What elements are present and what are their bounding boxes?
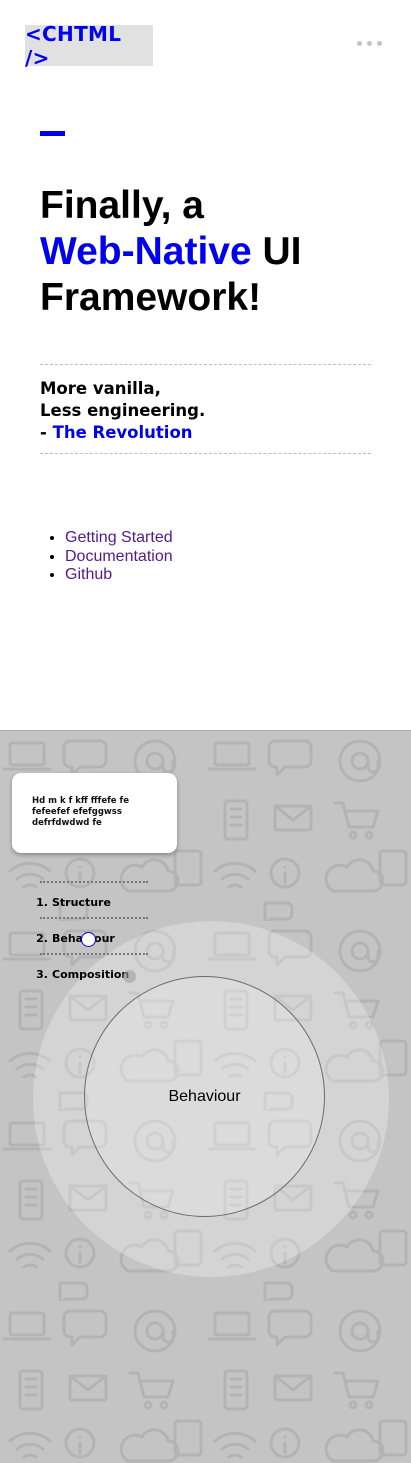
tagline-prefix: -: [40, 423, 53, 442]
more-horizontal-icon[interactable]: [357, 41, 382, 46]
behaviour-circle[interactable]: Behaviour: [84, 976, 325, 1217]
link-getting-started[interactable]: Getting Started: [65, 529, 173, 546]
divider: [40, 453, 371, 454]
showcase-section: Hd m k f kff fffefe fe fefeefef efefggws…: [0, 730, 411, 1463]
divider: [40, 364, 371, 365]
step-label: Composition: [52, 968, 130, 981]
menu-dot: [357, 41, 362, 46]
title-line-3: Framework!: [40, 276, 262, 319]
step-label: Structure: [52, 896, 111, 909]
step-number: 3.: [36, 968, 48, 981]
menu-dot: [367, 41, 372, 46]
step-structure[interactable]: 1. Structure: [36, 881, 148, 917]
list-item: Documentation: [65, 548, 173, 567]
step-indicator[interactable]: [123, 970, 136, 983]
tagline-line-1: More vanilla,: [40, 379, 161, 398]
accent-bar: [40, 131, 65, 136]
link-github[interactable]: Github: [65, 566, 112, 583]
tagline-accent: The Revolution: [52, 423, 193, 442]
tagline-line-3: - The Revolution: [40, 422, 205, 444]
logo[interactable]: <CHTML />: [25, 22, 153, 70]
nav-links: Getting Started Documentation Github: [30, 529, 173, 585]
tagline-line-2: Less engineering.: [40, 401, 206, 420]
title-line-2-rest: UI: [251, 230, 302, 273]
card-text: Hd m k f kff fffefe fe fefeefef efefggws…: [32, 796, 129, 828]
active-step-indicator[interactable]: [81, 932, 96, 947]
list-item: Getting Started: [65, 529, 173, 548]
tagline: More vanilla, Less engineering. - The Re…: [40, 378, 205, 444]
link-documentation[interactable]: Documentation: [65, 548, 173, 565]
menu-dot: [377, 41, 382, 46]
page-title: Finally, a Web-Native UI Framework!: [40, 183, 400, 321]
step-number: 1.: [36, 896, 48, 909]
circle-label: Behaviour: [168, 1087, 241, 1105]
title-accent: Web-Native: [40, 230, 252, 273]
step-number: 2.: [36, 932, 48, 945]
info-card: Hd m k f kff fffefe fe fefeefef efefggws…: [12, 773, 177, 853]
list-item: Github: [65, 566, 173, 585]
title-line-1: Finally, a: [40, 184, 204, 227]
